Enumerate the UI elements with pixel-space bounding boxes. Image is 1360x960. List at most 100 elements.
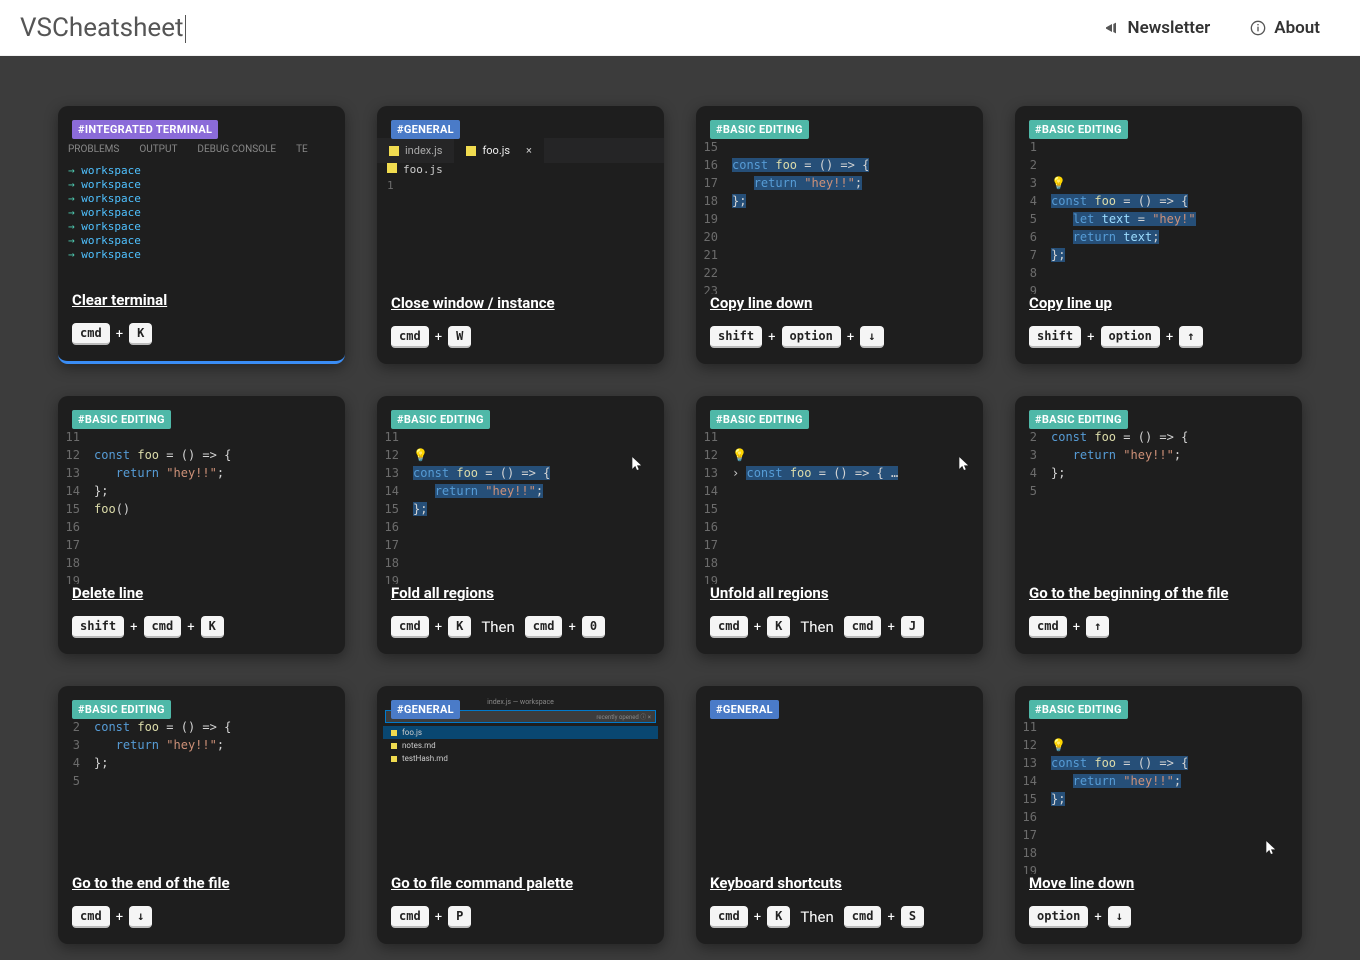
card-title[interactable]: Copy line up — [1029, 294, 1288, 312]
card-footer: Go to file command palette cmd+P — [377, 874, 664, 944]
shortcut-card[interactable]: #GENERAL index.js — workspace recently o… — [377, 686, 664, 944]
card-title[interactable]: Close window / instance — [391, 294, 650, 312]
card-title[interactable]: Keyboard shortcuts — [710, 874, 969, 892]
code-preview: 1011121314151617181920212223💡const foo =… — [377, 410, 664, 584]
plus-text: + — [435, 330, 442, 345]
card-title[interactable]: Delete line — [72, 584, 331, 602]
key-cmd: cmd — [1029, 616, 1067, 638]
key-S: S — [901, 906, 924, 928]
shortcut-card[interactable]: #BASIC EDITING 0123456789💡const foo = ()… — [1015, 106, 1302, 364]
shortcut-card[interactable]: #BASIC EDITING 1011121314151617181920212… — [696, 396, 983, 654]
key-↑: ↑ — [1179, 326, 1202, 348]
plus-text: + — [1087, 330, 1094, 345]
shortcut-card[interactable]: #BASIC EDITING 1011121314151617181920212… — [1015, 686, 1302, 944]
key-cmd: cmd — [391, 326, 429, 348]
card-title[interactable]: Fold all regions — [391, 584, 650, 602]
shortcut-card[interactable]: #BASIC EDITING 1415161718192021222324252… — [696, 106, 983, 364]
plus-text: + — [768, 330, 775, 345]
category-tag[interactable]: #BASIC EDITING — [1029, 120, 1128, 139]
file-icon — [391, 730, 397, 736]
card-footer: Close window / instance cmd+W — [377, 294, 664, 364]
card-preview: #INTEGRATED TERMINAL PROBLEMS OUTPUT DEBUG… — [58, 106, 345, 291]
key-cmd: cmd — [710, 906, 748, 928]
category-tag[interactable]: #BASIC EDITING — [72, 700, 171, 719]
line-gutter: 1011121314151617181920212223 — [377, 410, 405, 584]
category-tag[interactable]: #BASIC EDITING — [391, 410, 490, 429]
plus-text: + — [435, 620, 442, 635]
card-title[interactable]: Move line down — [1029, 874, 1288, 892]
newsletter-link[interactable]: Newsletter — [1104, 18, 1211, 38]
card-title[interactable]: Clear terminal — [72, 291, 331, 309]
then-text: Then — [800, 618, 833, 636]
plus-text: + — [847, 330, 854, 345]
key-cmd: cmd — [391, 616, 429, 638]
close-icon[interactable]: × — [526, 144, 532, 157]
plus-text: + — [568, 620, 575, 635]
then-text: Then — [800, 908, 833, 926]
card-footer: Copy line down shift+option+↓ — [696, 294, 983, 364]
code-src: 💡const foo = () => { return "hey!!";}; — [405, 410, 664, 584]
cursor-icon — [630, 456, 644, 470]
code-preview: 10111213141516171819202122💡const foo = (… — [1015, 700, 1302, 874]
key-combo: cmd+↓ — [72, 906, 331, 928]
card-footer: Fold all regions cmd+KThencmd+0 — [377, 584, 664, 654]
card-preview: #GENERAL — [696, 686, 983, 874]
terminal-tab[interactable]: DEBUG CONSOLE — [197, 144, 276, 155]
file-icon — [391, 756, 397, 762]
megaphone-icon — [1104, 20, 1120, 36]
content: #INTEGRATED TERMINAL PROBLEMS OUTPUT DEBUG… — [0, 56, 1360, 960]
editor-tab[interactable]: index.js — [377, 138, 454, 163]
newsletter-label: Newsletter — [1128, 18, 1211, 38]
terminal-tab[interactable]: PROBLEMS — [68, 144, 119, 155]
category-tag[interactable]: #BASIC EDITING — [1029, 700, 1128, 719]
card-title[interactable]: Go to the end of the file — [72, 874, 331, 892]
card-footer: Copy line up shift+option+↑ — [1015, 294, 1302, 364]
plus-text: + — [116, 910, 123, 925]
palette-item[interactable]: notes.md — [383, 739, 658, 752]
category-tag[interactable]: #INTEGRATED TERMINAL — [72, 120, 218, 139]
category-tag[interactable]: #GENERAL — [391, 120, 460, 139]
plus-text: + — [1166, 330, 1173, 345]
code-preview: 1011121314151617181920212223const foo = … — [58, 410, 345, 584]
plus-text: + — [754, 620, 761, 635]
shortcut-card[interactable]: #BASIC EDITING 12345const foo = () => { … — [1015, 396, 1302, 654]
terminal-tab[interactable]: OUTPUT — [139, 144, 177, 155]
terminal-tab[interactable]: TE — [296, 144, 308, 155]
category-tag[interactable]: #GENERAL — [710, 700, 779, 719]
card-title[interactable]: Copy line down — [710, 294, 969, 312]
card-grid: #INTEGRATED TERMINAL PROBLEMS OUTPUT DEBUG… — [58, 106, 1302, 944]
about-link[interactable]: About — [1250, 18, 1320, 38]
file-icon — [391, 743, 397, 749]
key-K: K — [767, 906, 790, 928]
code-src: const foo = () => { return "hey!!";};foo… — [86, 410, 345, 584]
card-title[interactable]: Go to file command palette — [391, 874, 650, 892]
key-K: K — [767, 616, 790, 638]
site-logo[interactable]: VSCheatsheet — [20, 13, 184, 43]
about-label: About — [1274, 18, 1320, 38]
category-tag[interactable]: #BASIC EDITING — [1029, 410, 1128, 429]
card-footer: Go to the end of the file cmd+↓ — [58, 874, 345, 944]
key-combo: cmd+KThencmd+J — [710, 616, 969, 638]
shortcut-card[interactable]: #GENERAL Keyboard shortcuts cmd+KThencmd… — [696, 686, 983, 944]
key-K: K — [201, 616, 224, 638]
key-↓: ↓ — [1108, 906, 1131, 928]
palette-item[interactable]: testHash.md — [383, 752, 658, 765]
shortcut-card[interactable]: #INTEGRATED TERMINAL PROBLEMS OUTPUT DEBUG… — [58, 106, 345, 364]
shortcut-card[interactable]: #BASIC EDITING 1011121314151617181920212… — [58, 396, 345, 654]
palette-item[interactable]: foo.js — [383, 726, 658, 739]
key-cmd: cmd — [710, 616, 748, 638]
shortcut-card[interactable]: #BASIC EDITING 12345const foo = () => { … — [58, 686, 345, 944]
shortcut-card[interactable]: #BASIC EDITING 1011121314151617181920212… — [377, 396, 664, 654]
category-tag[interactable]: #GENERAL — [391, 700, 460, 719]
card-preview: #BASIC EDITING 1011121314151617181920212… — [1015, 686, 1302, 874]
editor-tab[interactable]: foo.js× — [454, 138, 543, 163]
card-title[interactable]: Go to the beginning of the file — [1029, 584, 1288, 602]
shortcut-card[interactable]: #GENERAL index.js foo.js× foo.js 1 Close… — [377, 106, 664, 364]
plus-text: + — [130, 620, 137, 635]
plus-text: + — [116, 327, 123, 342]
category-tag[interactable]: #BASIC EDITING — [72, 410, 171, 429]
category-tag[interactable]: #BASIC EDITING — [710, 410, 809, 429]
category-tag[interactable]: #BASIC EDITING — [710, 120, 809, 139]
key-combo: shift+option+↓ — [710, 326, 969, 348]
card-title[interactable]: Unfold all regions — [710, 584, 969, 602]
